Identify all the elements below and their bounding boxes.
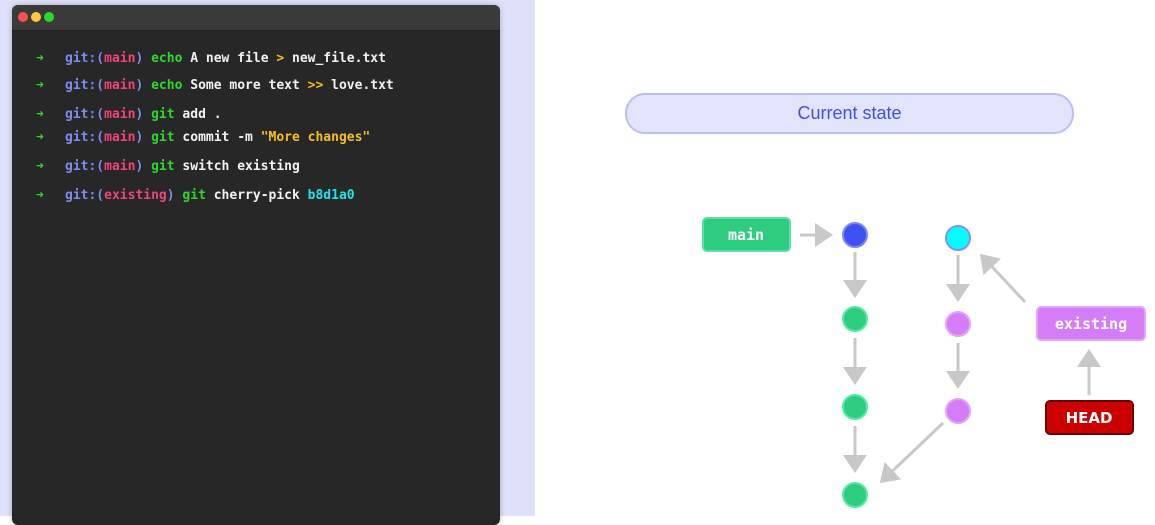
arrow-branch-base — [879, 421, 945, 484]
commit-node[interactable] — [945, 311, 971, 337]
commit-node-cherry-picked[interactable] — [945, 225, 971, 251]
commit-graph: main existing HEAD — [702, 217, 1146, 508]
commit-node-main-tip[interactable] — [842, 222, 868, 248]
existing-branch-text: existing — [1055, 315, 1127, 333]
commit-node[interactable] — [842, 482, 868, 508]
head-text: HEAD — [1066, 409, 1113, 427]
commit-node[interactable] — [842, 394, 868, 420]
arrow-existing-to-commit — [979, 253, 1027, 304]
commit-node[interactable] — [842, 306, 868, 332]
main-branch-text: main — [728, 226, 764, 244]
commit-node[interactable] — [945, 398, 971, 424]
